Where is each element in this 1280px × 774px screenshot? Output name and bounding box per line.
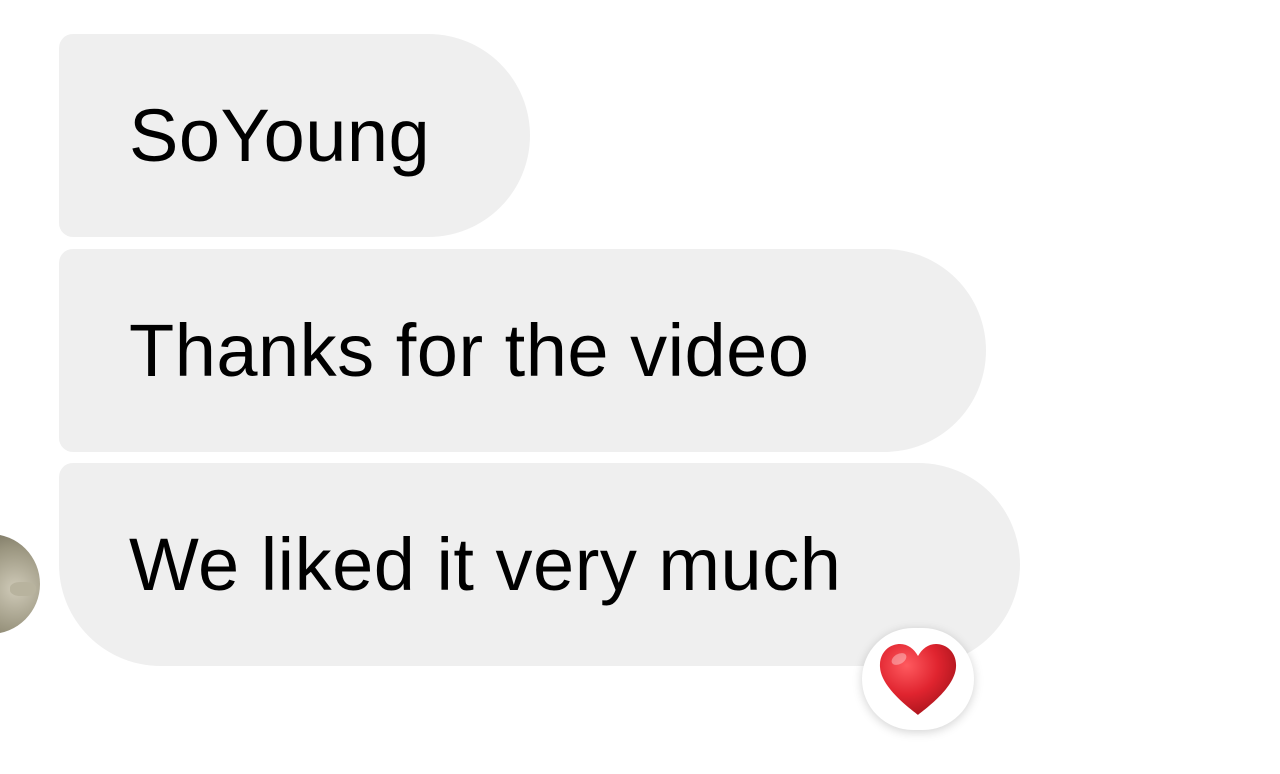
message-text: We liked it very much <box>129 522 842 606</box>
message-text: Thanks for the video <box>129 308 810 392</box>
red-heart-icon <box>879 644 957 715</box>
message-text: SoYoung <box>129 93 431 177</box>
message-bubble[interactable]: We liked it very much <box>59 463 1020 666</box>
message-bubble[interactable]: Thanks for the video <box>59 249 986 452</box>
reaction-badge[interactable] <box>862 628 974 730</box>
message-bubble[interactable]: SoYoung <box>59 34 530 237</box>
sender-avatar[interactable] <box>0 534 40 634</box>
